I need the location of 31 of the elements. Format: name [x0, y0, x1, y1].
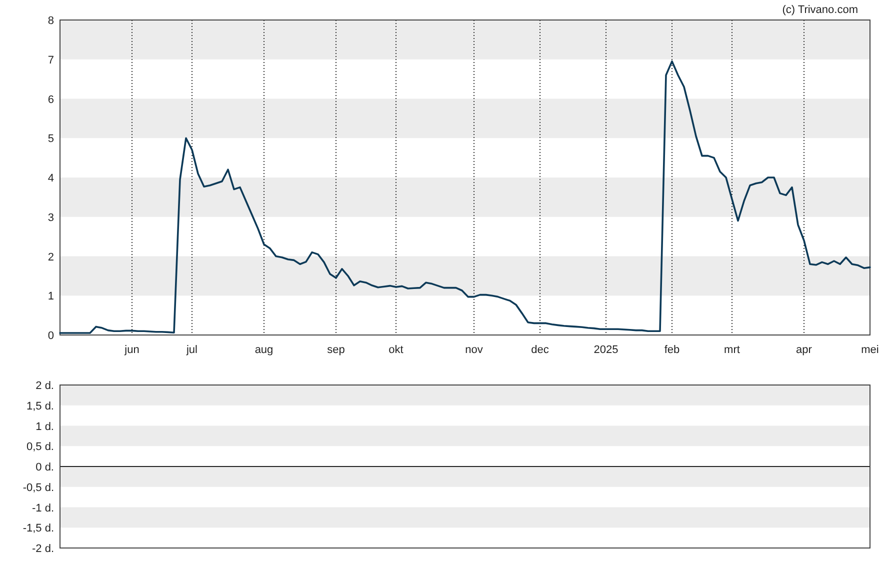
x-axis-label: nov	[465, 344, 483, 356]
x-axis-label: feb	[664, 344, 680, 356]
y-axis-label: 5	[48, 133, 54, 146]
copyright-text: (c) Trivano.com	[782, 4, 858, 16]
y-axis-label: -0,5 d.	[22, 482, 54, 494]
x-axis-label: okt	[388, 344, 404, 356]
y-axis-label: 2	[48, 251, 54, 264]
x-axis-label: mrt	[724, 344, 740, 356]
x-axis-label: mei	[861, 344, 879, 356]
y-axis-label: 3	[48, 212, 54, 224]
y-axis-label: 1	[48, 290, 54, 303]
x-axis-label: jun	[124, 344, 140, 356]
y-axis-label: 0	[48, 330, 54, 342]
x-axis-label: apr	[796, 344, 812, 356]
y-axis-label: 7	[48, 54, 54, 66]
y-axis-label: 1,5 d.	[26, 400, 54, 412]
y-axis-label: 4	[48, 172, 54, 184]
x-axis-label: 2025	[594, 344, 618, 356]
y-axis-label: -1,5 d.	[22, 522, 54, 535]
y-axis-label: 0 d.	[36, 462, 54, 474]
x-axis-label: aug	[254, 344, 274, 356]
y-axis-label: -1 d.	[32, 502, 54, 514]
y-axis-label: 6	[48, 94, 54, 106]
y-axis-label: 0,5 d.	[26, 441, 54, 454]
y-axis-label: 8	[48, 15, 54, 27]
x-axis-label: jul	[186, 344, 198, 356]
y-axis-label: 1 d.	[36, 420, 54, 433]
y-axis-label: 2 d.	[36, 380, 54, 392]
x-axis-label: sep	[327, 344, 345, 356]
x-axis-label: dec	[531, 344, 549, 356]
y-axis-label: -2 d.	[32, 543, 54, 555]
